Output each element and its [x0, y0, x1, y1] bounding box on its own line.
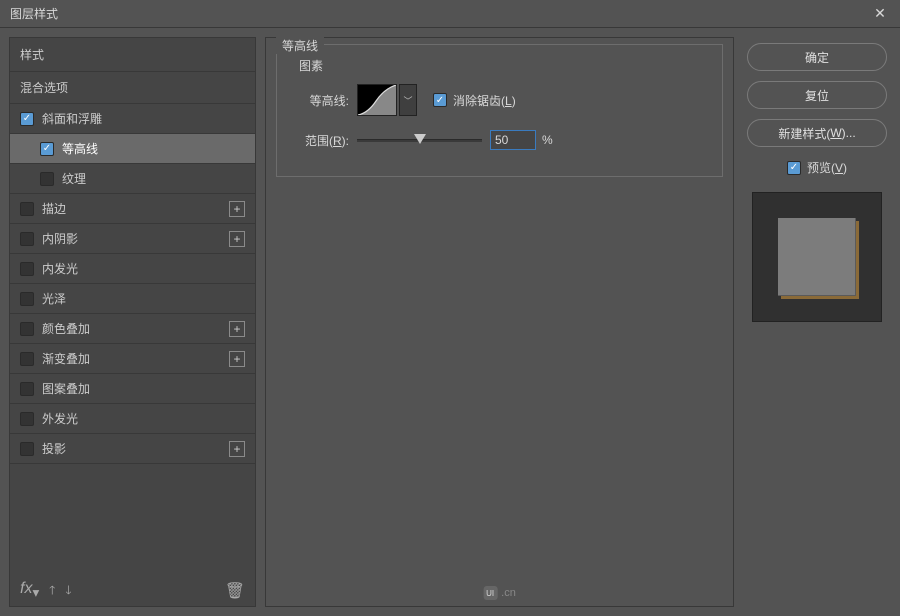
group-title: 图素 — [291, 53, 708, 84]
style-checkbox[interactable] — [20, 262, 34, 276]
trash-icon[interactable]: 🗑 — [225, 581, 245, 601]
contour-thumbnail[interactable] — [357, 84, 397, 116]
style-label: 斜面和浮雕 — [42, 110, 245, 127]
close-icon: ✕ — [874, 5, 886, 22]
range-row: 范围(R): % — [291, 130, 708, 150]
style-label: 内发光 — [42, 260, 245, 277]
style-checkbox[interactable] — [20, 352, 34, 366]
sidebar-header-blend[interactable]: 混合选项 — [10, 72, 255, 104]
style-row-9[interactable]: 图案叠加 — [10, 374, 255, 404]
ok-button[interactable]: 确定 — [747, 43, 887, 71]
style-label: 外发光 — [42, 410, 245, 427]
style-row-10[interactable]: 外发光 — [10, 404, 255, 434]
slider-thumb[interactable] — [414, 134, 426, 144]
range-slider[interactable] — [357, 132, 482, 148]
add-effect-icon[interactable]: + — [229, 351, 245, 367]
chevron-down-icon: ﹀ — [403, 94, 412, 107]
add-effect-icon[interactable]: + — [229, 441, 245, 457]
style-row-8[interactable]: 渐变叠加+ — [10, 344, 255, 374]
style-label: 光泽 — [42, 290, 245, 307]
range-unit: % — [542, 133, 553, 147]
settings-panel: 等高线 图素 等高线: ﹀ 消除锯齿(L) — [265, 37, 734, 607]
antialias-label: 消除锯齿(L) — [453, 92, 516, 109]
contour-dropdown[interactable]: ﹀ — [399, 84, 417, 116]
style-row-4[interactable]: 内阴影+ — [10, 224, 255, 254]
section-title: 等高线 — [276, 37, 324, 54]
style-checkbox[interactable] — [20, 232, 34, 246]
style-label: 纹理 — [62, 170, 245, 187]
watermark: UI .cn — [483, 586, 516, 600]
contour-curve-icon — [358, 85, 396, 115]
style-checkbox[interactable] — [40, 142, 54, 156]
close-button[interactable]: ✕ — [860, 0, 900, 28]
style-label: 图案叠加 — [42, 380, 245, 397]
add-effect-icon[interactable]: + — [229, 201, 245, 217]
style-label: 投影 — [42, 440, 229, 457]
fx-menu-icon[interactable]: fx▾ — [20, 580, 39, 601]
contour-group: 等高线 图素 等高线: ﹀ 消除锯齿(L) — [276, 44, 723, 177]
preview-swatch — [778, 218, 856, 296]
style-checkbox[interactable] — [20, 112, 34, 126]
style-row-5[interactable]: 内发光 — [10, 254, 255, 284]
styles-list: 样式 混合选项 斜面和浮雕等高线纹理描边+内阴影+内发光光泽颜色叠加+渐变叠加+… — [10, 38, 255, 576]
sidebar-header-styles[interactable]: 样式 — [10, 38, 255, 72]
sidebar-footer: fx▾ 🡑 🡓 🗑 — [10, 576, 255, 606]
style-checkbox[interactable] — [20, 322, 34, 336]
style-row-6[interactable]: 光泽 — [10, 284, 255, 314]
add-effect-icon[interactable]: + — [229, 321, 245, 337]
move-up-icon[interactable]: 🡑 — [49, 581, 55, 602]
style-checkbox[interactable] — [20, 292, 34, 306]
range-label: 范围(R): — [291, 132, 349, 149]
watermark-text: .cn — [501, 587, 516, 599]
style-row-3[interactable]: 描边+ — [10, 194, 255, 224]
style-label: 渐变叠加 — [42, 350, 229, 367]
move-down-icon[interactable]: 🡓 — [65, 581, 71, 602]
style-row-7[interactable]: 颜色叠加+ — [10, 314, 255, 344]
style-checkbox[interactable] — [40, 172, 54, 186]
style-checkbox[interactable] — [20, 202, 34, 216]
preview-toggle[interactable]: 预览(V) — [787, 159, 847, 176]
preview-label: 预览(V) — [807, 159, 847, 176]
style-label: 等高线 — [62, 140, 245, 157]
new-style-button[interactable]: 新建样式(W)... — [747, 119, 887, 147]
range-input[interactable] — [490, 130, 536, 150]
style-row-11[interactable]: 投影+ — [10, 434, 255, 464]
window-title: 图层样式 — [10, 5, 58, 22]
style-row-0[interactable]: 斜面和浮雕 — [10, 104, 255, 134]
titlebar: 图层样式 ✕ — [0, 0, 900, 28]
style-label: 内阴影 — [42, 230, 229, 247]
style-label: 描边 — [42, 200, 229, 217]
style-label: 颜色叠加 — [42, 320, 229, 337]
style-row-1[interactable]: 等高线 — [10, 134, 255, 164]
styles-sidebar: 样式 混合选项 斜面和浮雕等高线纹理描边+内阴影+内发光光泽颜色叠加+渐变叠加+… — [9, 37, 256, 607]
style-row-2[interactable]: 纹理 — [10, 164, 255, 194]
watermark-icon: UI — [483, 586, 497, 600]
preview-checkbox[interactable] — [787, 161, 801, 175]
contour-row: 等高线: ﹀ 消除锯齿(L) — [291, 84, 708, 116]
style-checkbox[interactable] — [20, 412, 34, 426]
antialias-checkbox[interactable] — [433, 93, 447, 107]
action-panel: 确定 复位 新建样式(W)... 预览(V) — [743, 37, 891, 607]
style-checkbox[interactable] — [20, 442, 34, 456]
reset-button[interactable]: 复位 — [747, 81, 887, 109]
contour-label: 等高线: — [291, 92, 349, 109]
add-effect-icon[interactable]: + — [229, 231, 245, 247]
style-checkbox[interactable] — [20, 382, 34, 396]
preview-box — [752, 192, 882, 322]
